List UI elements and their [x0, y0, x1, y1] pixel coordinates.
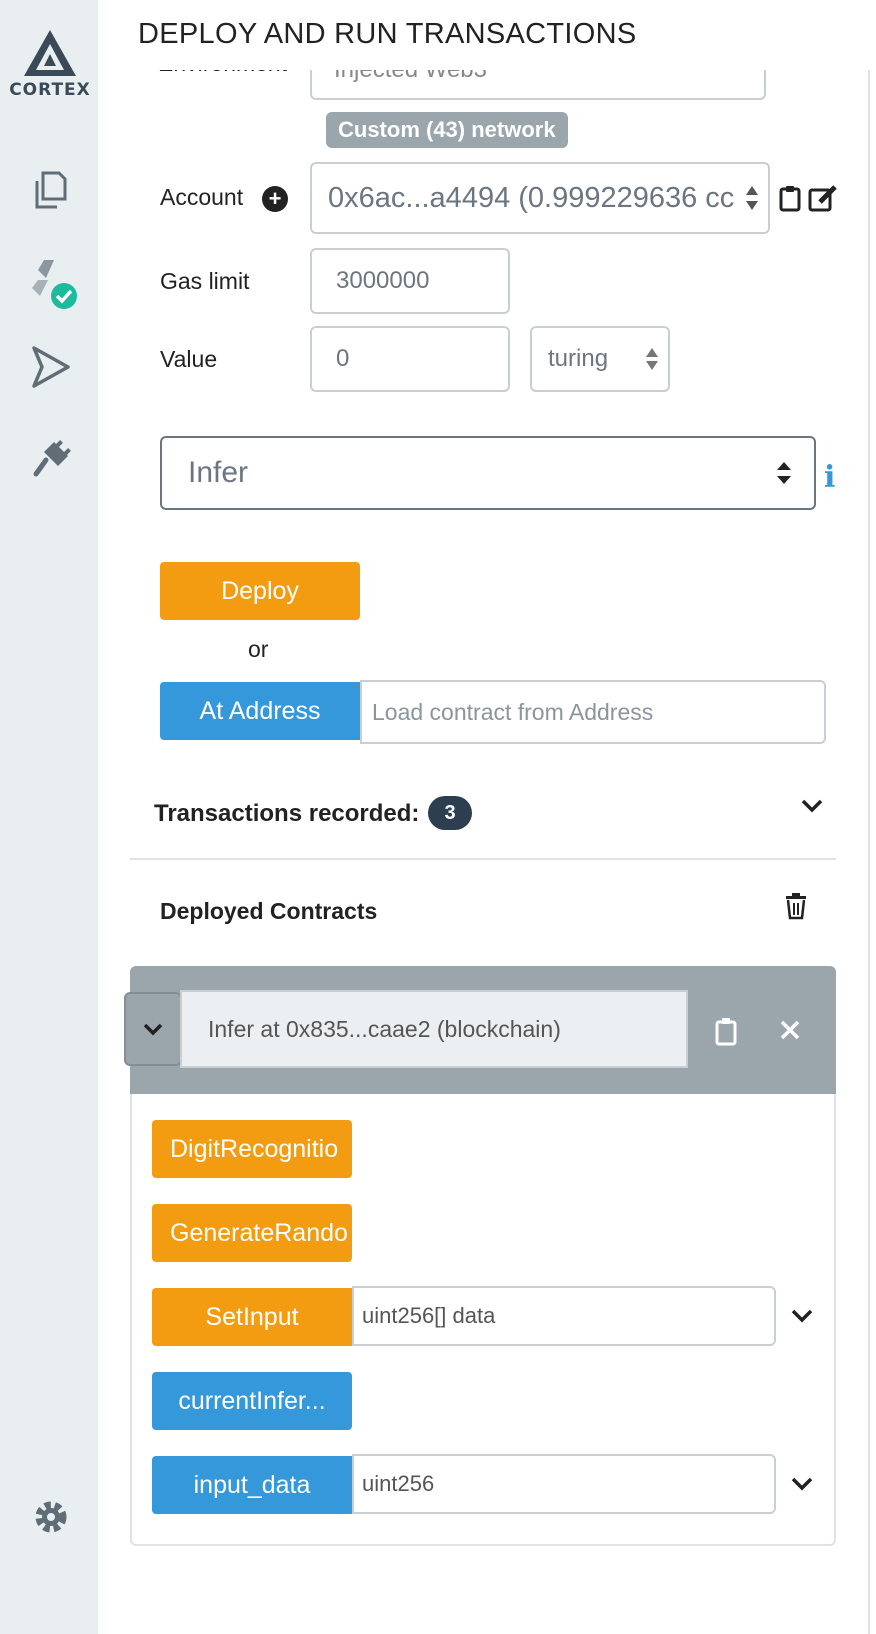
close-icon[interactable]	[778, 1018, 802, 1042]
account-label: Account	[160, 184, 244, 210]
deploy-button[interactable]: Deploy	[160, 562, 360, 620]
instance-title: Infer at 0x835...caae2 (blockchain)	[180, 990, 688, 1068]
account-select[interactable]: 0x6ac...a4494 (0.999229636 cc	[310, 162, 770, 234]
solidity-compiler-icon[interactable]	[24, 256, 78, 310]
select-arrows-icon	[646, 348, 658, 370]
function-button-setinput[interactable]: SetInput	[152, 1288, 352, 1346]
at-address-placeholder: Load contract from Address	[372, 698, 654, 725]
chevron-down-icon[interactable]	[790, 1474, 814, 1494]
contract-instance-header: Infer at 0x835...caae2 (blockchain)	[124, 966, 836, 1094]
copy-address-icon[interactable]	[714, 1016, 738, 1046]
copy-account-icon[interactable]	[778, 184, 802, 212]
value-unit-select[interactable]: turing	[530, 326, 670, 392]
select-arrows-icon	[777, 462, 791, 484]
setinput-arg-input[interactable]: uint256[] data	[352, 1286, 776, 1346]
network-badge: Custom (43) network	[326, 112, 568, 148]
contract-select[interactable]: Infer	[160, 436, 816, 510]
account-value: 0x6ac...a4494 (0.999229636 cc	[328, 181, 735, 214]
value-unit: turing	[548, 345, 609, 372]
value-label: Value	[160, 346, 218, 372]
gas-limit-input[interactable]: 3000000	[310, 248, 510, 314]
transactions-recorded-label: Transactions recorded:	[154, 800, 420, 827]
icon-panel: CORTEX	[0, 0, 98, 1634]
chevron-down-icon[interactable]	[800, 796, 824, 816]
input-data-arg-input[interactable]: uint256	[352, 1454, 776, 1514]
cortex-logo-icon	[24, 30, 76, 76]
setinput-arg-placeholder: uint256[] data	[362, 1303, 496, 1328]
panel-edge	[868, 70, 870, 1634]
deployed-contracts-label: Deployed Contracts	[160, 898, 378, 924]
contract-info-icon[interactable]: i	[824, 460, 835, 495]
function-button-generaterandom[interactable]: GenerateRando	[152, 1204, 352, 1262]
add-account-icon[interactable]: +	[262, 186, 288, 212]
section-divider	[130, 858, 836, 860]
trash-icon[interactable]	[784, 892, 808, 920]
deploy-run-icon[interactable]	[24, 340, 78, 394]
settings-icon[interactable]	[24, 1490, 78, 1544]
gas-limit-label: Gas limit	[160, 268, 250, 294]
at-address-button[interactable]: At Address	[160, 682, 360, 740]
page-title: DEPLOY AND RUN TRANSACTIONS	[138, 18, 637, 50]
cortex-logo: CORTEX	[6, 28, 94, 104]
function-button-currentinfer[interactable]: currentInfer...	[152, 1372, 352, 1430]
function-button-input-data[interactable]: input_data	[152, 1456, 352, 1514]
value-input[interactable]: 0	[310, 326, 510, 392]
edit-account-icon[interactable]	[808, 184, 838, 212]
file-explorer-icon[interactable]	[24, 162, 78, 216]
function-button-digitrecognition[interactable]: DigitRecognitio	[152, 1120, 352, 1178]
select-arrows-icon	[746, 186, 758, 210]
transactions-count-badge: 3	[428, 796, 472, 830]
chevron-down-icon	[143, 1023, 163, 1036]
expand-instance-button[interactable]	[124, 992, 182, 1066]
or-label: or	[248, 636, 269, 662]
value-amount: 0	[336, 345, 350, 372]
plugin-manager-icon[interactable]	[24, 432, 78, 486]
chevron-down-icon[interactable]	[790, 1306, 814, 1326]
input-data-arg-placeholder: uint256	[362, 1471, 435, 1496]
gas-limit-value: 3000000	[336, 267, 430, 294]
contract-instance-body: DigitRecognitio GenerateRando SetInput u…	[130, 1094, 836, 1546]
at-address-input[interactable]: Load contract from Address	[360, 680, 826, 744]
logo-text: CORTEX	[9, 80, 91, 100]
contract-select-value: Infer	[188, 456, 249, 489]
